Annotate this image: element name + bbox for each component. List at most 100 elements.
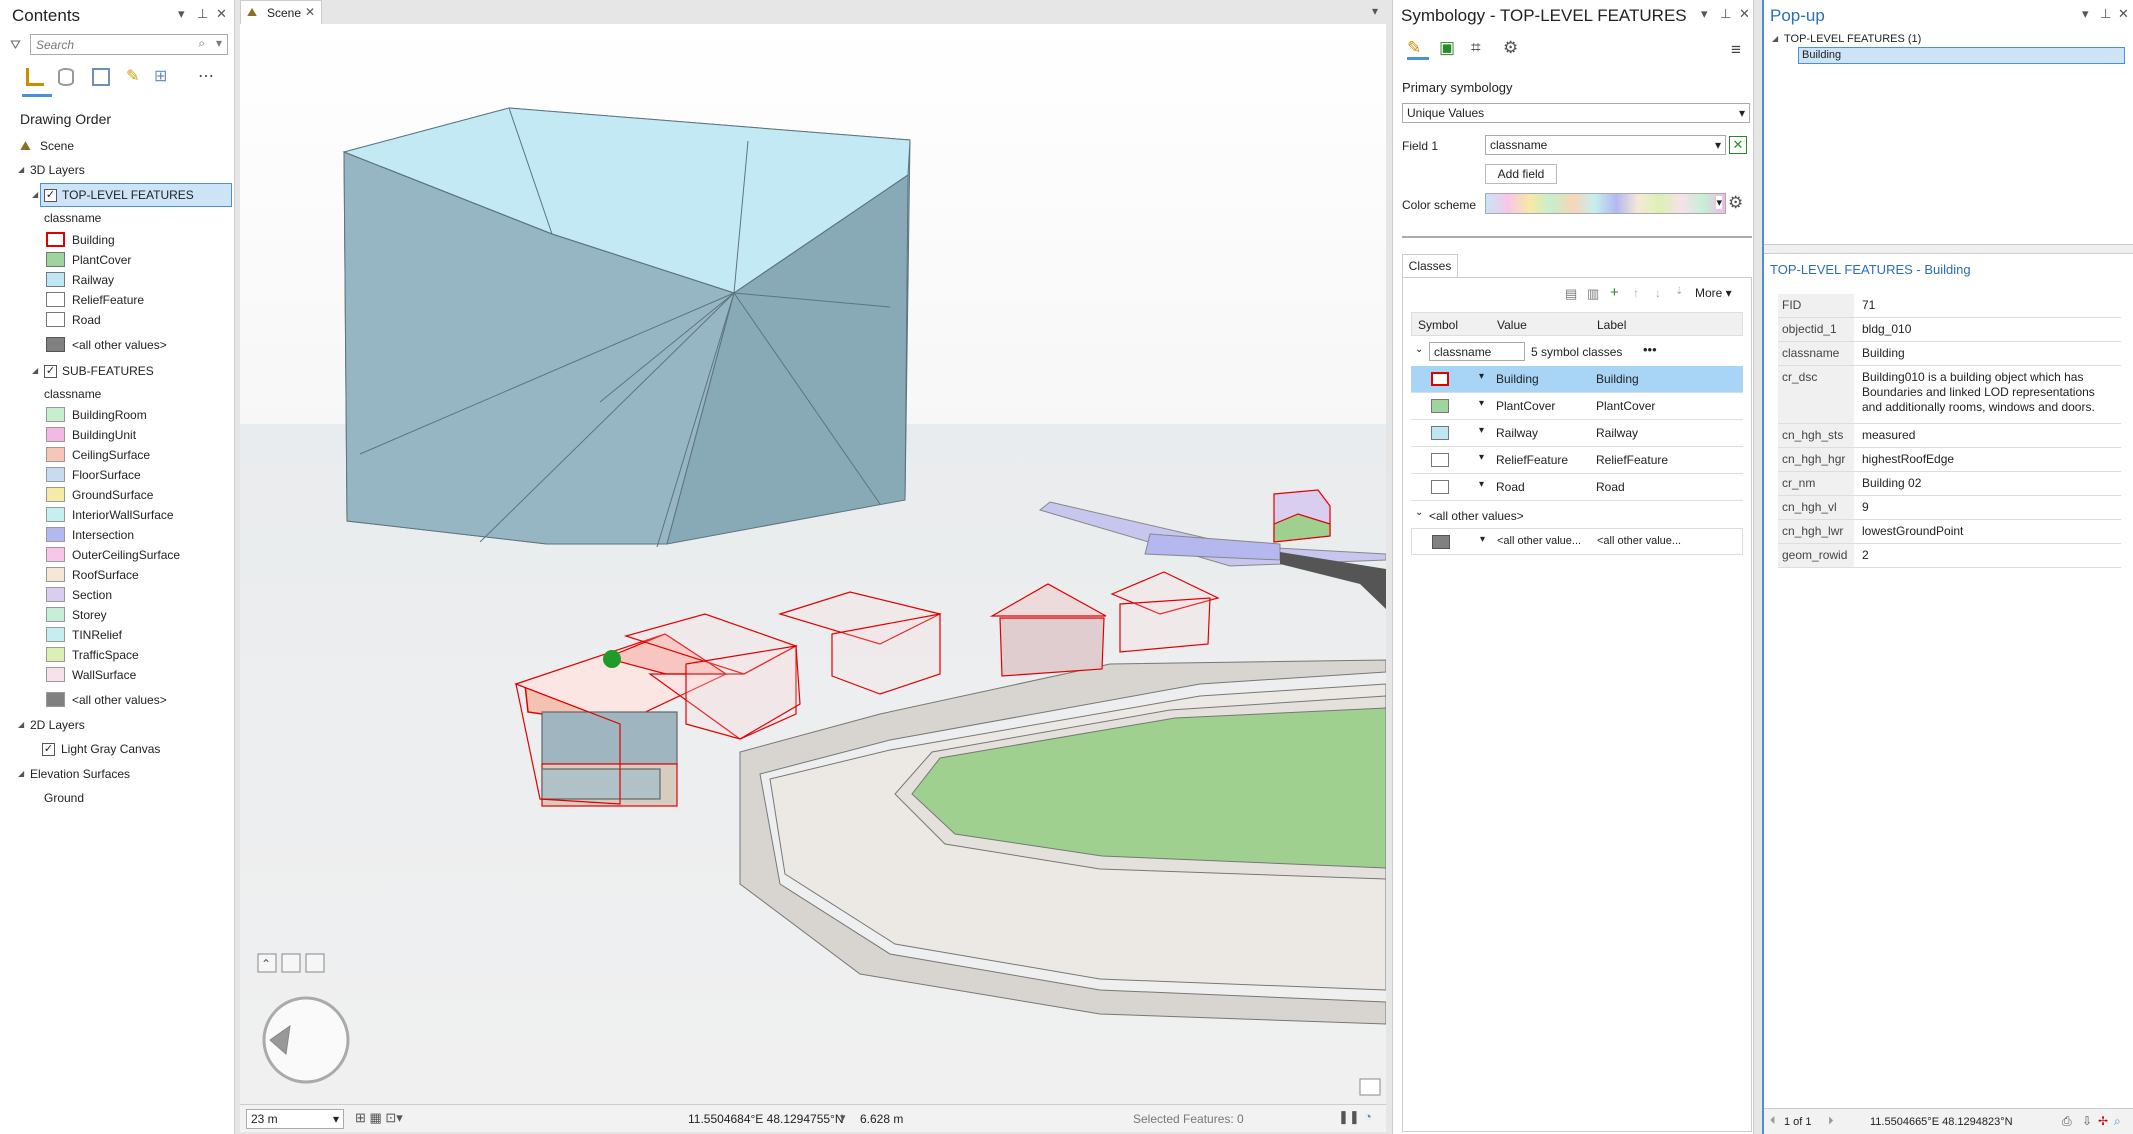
search-input[interactable]: Search ⌕ ▾	[30, 34, 228, 55]
color-scheme-dropdown[interactable]: ▾	[1485, 193, 1726, 214]
class-row[interactable]: ▾ Railway Railway	[1411, 420, 1743, 447]
symbol-swatch[interactable]	[46, 692, 65, 707]
scale-selector[interactable]: 23 m ▾	[246, 1109, 344, 1129]
symbol-swatch[interactable]	[1431, 480, 1449, 494]
symbol-swatch[interactable]	[46, 547, 65, 562]
symbol-swatch[interactable]	[46, 607, 65, 622]
symbol-swatch[interactable]	[46, 587, 65, 602]
expand-icon[interactable]: ◢	[32, 185, 38, 205]
symbol-swatch[interactable]	[46, 527, 65, 542]
pane-menu-icon[interactable]: ▾	[178, 6, 185, 22]
legend-item[interactable]: Road	[46, 310, 101, 330]
class-row[interactable]: ▾ ReliefFeature ReliefFeature	[1411, 447, 1743, 474]
pane-menu-icon[interactable]: ▾	[1701, 6, 1708, 22]
symbol-swatch[interactable]	[46, 447, 65, 462]
snapping-icon[interactable]: ⊞	[154, 66, 167, 86]
tab-scene[interactable]: ⛰ Scene ✕	[240, 0, 322, 24]
legend-item[interactable]: PlantCover	[46, 250, 131, 270]
other-values-row[interactable]: ▾ <all other value... <all other value..…	[1411, 528, 1743, 555]
chevron-down-icon[interactable]: ▾	[1479, 425, 1484, 436]
selected-features-count[interactable]: Selected Features: 0	[1133, 1112, 1244, 1126]
symbol-swatch[interactable]	[46, 647, 65, 662]
legend-item[interactable]: <all other values>	[46, 335, 167, 355]
symbol-swatch[interactable]	[46, 292, 65, 307]
legend-item[interactable]: FloorSurface	[46, 465, 141, 485]
pause-icon[interactable]: ❚❚	[1338, 1109, 1360, 1125]
data-source-icon[interactable]	[58, 68, 74, 86]
previous-icon[interactable]: ⏴	[1770, 1115, 1776, 1128]
chevron-down-icon[interactable]: ▾	[1480, 534, 1485, 545]
legend-item[interactable]: <all other values>	[46, 690, 167, 710]
pin-icon[interactable]: ⊥	[197, 6, 208, 22]
symbol-swatch[interactable]	[46, 407, 65, 422]
scene-view[interactable]: ⌃	[240, 24, 1386, 1104]
sql-expression-icon[interactable]: ✕	[1729, 136, 1747, 154]
pin-icon[interactable]: ⊥	[2100, 6, 2111, 22]
expand-icon[interactable]: ◢	[18, 715, 24, 735]
chevron-down-icon[interactable]: ▾	[1479, 398, 1484, 409]
pane-menu-icon[interactable]: ▾	[2082, 6, 2089, 22]
drawing-order-icon[interactable]	[26, 68, 44, 86]
grid-icon[interactable]: ⊞ ▦ ⊡▾	[355, 1110, 403, 1126]
visibility-checkbox[interactable]: ✓	[42, 743, 55, 756]
legend-item[interactable]: RoofSurface	[46, 565, 139, 585]
visibility-checkbox[interactable]: ✓	[44, 365, 57, 378]
legend-item[interactable]: Intersection	[46, 525, 134, 545]
chevron-down-icon[interactable]: ▾	[1479, 452, 1484, 463]
close-icon[interactable]: ✕	[216, 6, 227, 22]
more-options-icon[interactable]: ⋯	[198, 66, 214, 86]
group-2d-layers[interactable]: ◢ 2D Layers	[18, 715, 85, 735]
col-label[interactable]: Label	[1597, 318, 1626, 332]
symbol-swatch[interactable]	[46, 312, 65, 327]
popup-tree-item-selected[interactable]: Building	[1798, 47, 2125, 64]
group-3d-layers[interactable]: ◢ 3D Layers	[18, 160, 85, 180]
add-field-button[interactable]: Add field	[1485, 164, 1557, 184]
symbol-swatch[interactable]	[46, 487, 65, 502]
legend-item[interactable]: OuterCeilingSurface	[46, 545, 180, 565]
legend-item[interactable]: Storey	[46, 605, 107, 625]
color-scheme-settings-icon[interactable]: ⚙	[1728, 193, 1743, 213]
symbol-swatch[interactable]	[1431, 453, 1449, 467]
class-row[interactable]: ▾ Road Road	[1411, 474, 1743, 501]
popup-tree-layer[interactable]: ◢ TOP-LEVEL FEATURES (1)	[1772, 29, 1921, 49]
field1-dropdown[interactable]: classname ▾	[1485, 135, 1726, 155]
editing-icon[interactable]: ✎	[126, 66, 139, 86]
reverse-order-icon[interactable]: ⇣	[1675, 286, 1683, 297]
legend-item[interactable]: Railway	[46, 270, 114, 290]
scene-node[interactable]: ⛰ Scene	[20, 136, 74, 156]
symbology-method-dropdown[interactable]: Unique Values ▾	[1402, 103, 1750, 123]
symbol-swatch[interactable]	[46, 467, 65, 482]
next-icon[interactable]: ⏵	[1828, 1115, 1834, 1128]
export-icon[interactable]: ⇩	[2082, 1114, 2092, 1128]
layer-top-level[interactable]: ◢ ✓ TOP-LEVEL FEATURES	[32, 185, 194, 205]
scene-canvas[interactable]: ⌃	[240, 24, 1386, 1104]
symbol-swatch[interactable]	[46, 507, 65, 522]
other-group-header[interactable]: ⌄ <all other values>	[1411, 504, 1743, 526]
more-button[interactable]: More ▾	[1695, 286, 1732, 300]
symbol-swatch[interactable]	[46, 627, 65, 642]
selection-icon[interactable]	[92, 68, 110, 86]
class-row[interactable]: ▾ PlantCover PlantCover	[1411, 393, 1743, 420]
class-row[interactable]: ▾ Building Building	[1411, 366, 1743, 393]
legend-item[interactable]: TrafficSpace	[46, 645, 139, 665]
group-elevation[interactable]: ◢ Elevation Surfaces	[18, 764, 130, 784]
legend-item[interactable]: InteriorWallSurface	[46, 505, 174, 525]
building-6[interactable]	[1273, 489, 1331, 543]
tab-overflow-icon[interactable]: ▾	[1372, 4, 1378, 18]
collapse-icon[interactable]: ⌄	[1415, 507, 1423, 518]
coordinate-format-icon[interactable]: ▾	[840, 1111, 846, 1124]
symbol-swatch[interactable]	[46, 337, 65, 352]
menu-icon[interactable]: ≡	[1731, 40, 1741, 60]
pin-icon[interactable]: ⊥	[1720, 6, 1731, 22]
legend-item[interactable]: ReliefFeature	[46, 290, 144, 310]
splitter[interactable]	[1402, 236, 1752, 238]
primary-symbology-tab-icon[interactable]: ✎	[1407, 38, 1429, 60]
move-down-icon[interactable]: ↓	[1655, 286, 1661, 300]
secondary-symbology-tab-icon[interactable]: ▣	[1439, 38, 1455, 58]
legend-item[interactable]: GroundSurface	[46, 485, 153, 505]
expand-icon[interactable]: ◢	[18, 160, 24, 180]
symbol-swatch[interactable]	[1431, 372, 1449, 386]
expand-icon[interactable]: ◢	[1772, 29, 1778, 49]
show-count-icon[interactable]: ▤	[1565, 286, 1577, 302]
close-icon[interactable]: ✕	[1739, 6, 1750, 22]
